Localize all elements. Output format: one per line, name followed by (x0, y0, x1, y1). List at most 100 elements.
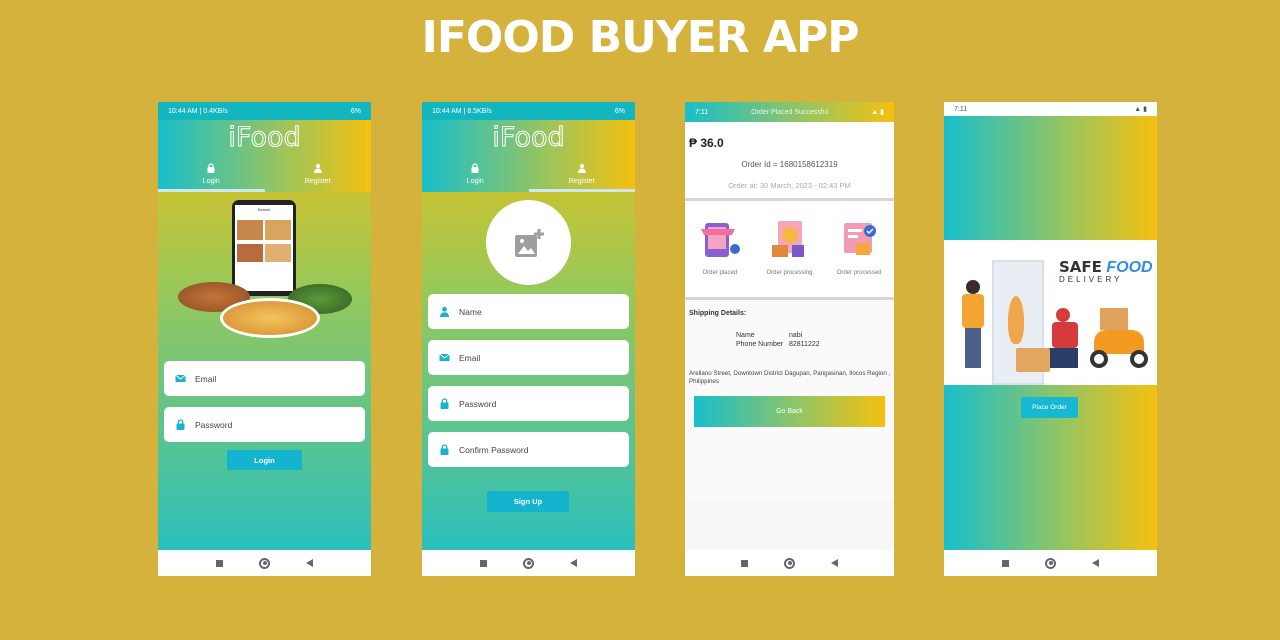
status-icons: ▲ ▮ (1134, 106, 1147, 113)
tab-register-label: Register (304, 178, 331, 185)
order-screen: 7:11 Order Placed Successful ▲ ▮ ₱ 36.0 … (685, 102, 894, 576)
step-label: Order processed (836, 270, 882, 276)
banner-safe: SAFE (1059, 258, 1102, 276)
step-order-placed: Order placed (690, 215, 750, 297)
place-order-button[interactable]: Place Order (1021, 397, 1078, 418)
login-screen: 10:44 AM | 0.4KB/s 6% iFood Login Regist… (158, 102, 371, 576)
lock-icon (440, 398, 449, 409)
home-icon[interactable] (523, 557, 534, 569)
tab-login-label: Login (202, 178, 220, 185)
app-logo: iFood (228, 122, 301, 154)
phone-label: Phone Number (736, 341, 784, 348)
courier-illustration (1048, 308, 1082, 378)
banner-delivery: DELIVERY (1059, 275, 1123, 284)
password-placeholder: Password (195, 419, 233, 430)
back-icon[interactable] (570, 559, 577, 567)
email-icon (175, 374, 186, 382)
boxes-illustration (1016, 348, 1050, 372)
back-icon[interactable] (831, 559, 838, 567)
recents-icon[interactable] (741, 559, 748, 567)
phone-mockup: Search (232, 200, 296, 296)
password-field[interactable]: Password (428, 386, 629, 421)
password-field[interactable]: Password (164, 407, 365, 442)
order-summary: ₱ 36.0 Order Id = 1680158612319 Order at… (685, 122, 894, 198)
tab-indicator (528, 189, 635, 192)
customer-illustration (962, 280, 984, 370)
page-title: IFOOD BUYER APP (421, 12, 859, 63)
lock-icon (471, 163, 479, 173)
status-bar: 10:44 AM | 0.4KB/s 6% (158, 102, 371, 120)
food-plate-center (220, 298, 320, 338)
tab-login[interactable]: Login (158, 156, 265, 192)
email-placeholder: Email (459, 352, 481, 363)
step-label: Order processing (766, 270, 813, 276)
recents-icon[interactable] (1002, 559, 1009, 567)
shop-icon (700, 223, 740, 257)
status-battery: 6% (614, 107, 625, 115)
order-price: ₱ 36.0 (689, 136, 724, 150)
avatar-picker[interactable] (486, 200, 571, 285)
name-field[interactable]: Name (428, 294, 629, 329)
email-icon (439, 353, 450, 361)
system-nav-bar (685, 550, 894, 576)
phone-mockup-title: Search (257, 207, 271, 212)
tab-register[interactable]: Register (528, 156, 635, 192)
tab-register[interactable]: Register (265, 156, 372, 192)
banner-logo: SAFE FOOD DELIVERY (1059, 258, 1153, 284)
name-placeholder: Name (459, 306, 482, 317)
recents-icon[interactable] (216, 559, 223, 567)
status-time: 10:44 AM | 8.5KB/s (432, 107, 492, 115)
lock-icon (440, 444, 449, 455)
step-label: Order placed (702, 270, 738, 276)
lock-icon (207, 163, 215, 173)
status-time: 7:11 (954, 105, 968, 113)
confirm-password-field[interactable]: Confirm Password (428, 432, 629, 467)
tab-login-label: Login (466, 178, 484, 185)
signup-button[interactable]: Sign Up (487, 491, 569, 512)
shipping-details: Shipping Details: Name nabi Phone Number… (685, 300, 894, 500)
step-order-processing: Order processing (759, 215, 819, 297)
lock-icon (176, 419, 185, 430)
name-label: Name (736, 332, 755, 339)
status-bar: 7:11 ▲ ▮ (944, 102, 1157, 116)
scooter-illustration (1090, 308, 1150, 374)
shipping-address: Arellano Street, Downtown District Dagup… (689, 370, 891, 385)
processed-icon (844, 223, 877, 255)
add-photo-icon (514, 228, 544, 257)
app-header: iFood Login Register (158, 120, 371, 192)
home-icon[interactable] (784, 557, 795, 569)
go-back-button[interactable]: Go Back (694, 396, 885, 427)
order-progress: Order placed Order processing Order proc… (685, 201, 894, 297)
person-icon (577, 163, 586, 173)
login-button[interactable]: Login (227, 450, 302, 470)
toast-message: Order Placed Successful (751, 108, 829, 116)
email-placeholder: Email (195, 373, 217, 384)
status-time: 10:44 AM | 0.4KB/s (168, 107, 228, 115)
password-placeholder: Password (459, 398, 497, 409)
email-field[interactable]: Email (164, 361, 365, 396)
register-screen: 10:44 AM | 8.5KB/s 6% iFood Login Regist… (422, 102, 635, 576)
name-value: nabi (789, 332, 803, 339)
tab-register-label: Register (568, 178, 595, 185)
email-field[interactable]: Email (428, 340, 629, 375)
recents-icon[interactable] (480, 559, 487, 567)
app-header: iFood Login Register (422, 120, 635, 192)
order-date: Order at: 30 March, 2023 - 02:43 PM (728, 181, 851, 190)
system-nav-bar (422, 550, 635, 576)
status-bar: 7:11 Order Placed Successful ▲ ▮ (685, 102, 894, 122)
home-icon[interactable] (259, 557, 270, 569)
status-bar: 10:44 AM | 8.5KB/s 6% (422, 102, 635, 120)
tab-login[interactable]: Login (422, 156, 529, 192)
system-nav-bar (158, 550, 371, 576)
home-icon[interactable] (1045, 557, 1056, 569)
phone-value: 82811222 (789, 341, 820, 348)
status-battery: 6% (350, 107, 361, 115)
delivery-screen: 7:11 ▲ ▮ SAFE FOOD DELIVERY Place Order (944, 102, 1157, 576)
order-id: Order Id = 1680158612319 (741, 160, 838, 169)
back-icon[interactable] (1092, 559, 1099, 567)
food-hero-image: Search (176, 198, 356, 348)
back-icon[interactable] (306, 559, 313, 567)
step-order-processed: Order processed (829, 215, 889, 297)
status-icons: ▲ ▮ (871, 109, 884, 116)
status-time: 7:11 (695, 108, 709, 116)
